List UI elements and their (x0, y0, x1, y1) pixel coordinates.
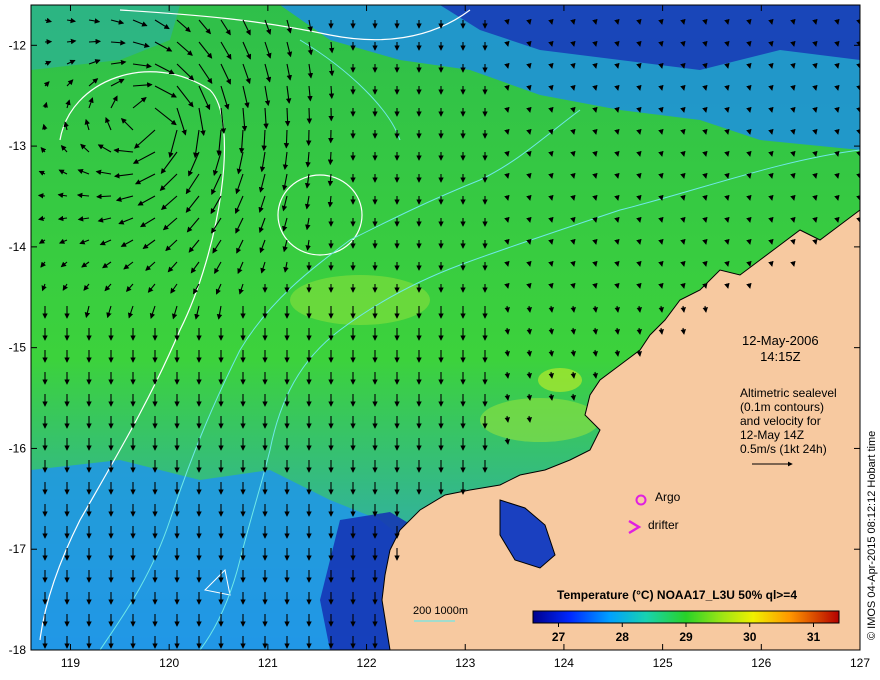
lon-tick-label: 124 (554, 656, 574, 670)
altimetry-line-2: (0.1m contours) (740, 400, 825, 414)
lon-tick-label: 127 (850, 656, 870, 670)
warm-patch (290, 275, 430, 325)
altimetry-info: Altimetric sealevel (0.1m contours) and … (740, 386, 837, 456)
time-line: 14:15Z (760, 349, 801, 364)
lon-tick-label: 121 (258, 656, 278, 670)
altimetry-line-4: 12-May 14Z (740, 428, 805, 442)
lat-tick-label: -16 (9, 441, 27, 455)
drifter-label: drifter (648, 518, 679, 532)
lat-tick-label: -15 (9, 341, 27, 355)
lat-tick-label: -17 (9, 542, 27, 556)
argo-label: Argo (655, 490, 681, 504)
colorbar-tick-label: 31 (807, 630, 821, 644)
credit-text: © IMOS 04-Apr-2015 08:12:12 Hobart time (866, 430, 878, 640)
warm-patch (480, 398, 600, 442)
lon-tick-label: 123 (455, 656, 475, 670)
lat-tick-label: -12 (9, 38, 27, 52)
date-line: 12-May-2006 (742, 333, 819, 348)
colorbar-tick-label: 28 (616, 630, 630, 644)
lon-tick-label: 120 (159, 656, 179, 670)
velocity-arrow (88, 38, 102, 45)
colorbar (532, 610, 840, 624)
lon-tick-label: 122 (357, 656, 377, 670)
altimetry-line-1: Altimetric sealevel (740, 386, 837, 400)
lat-tick-label: -13 (9, 139, 27, 153)
lon-tick-label: 126 (751, 656, 771, 670)
velocity-arrow (283, 129, 290, 149)
colorbar-tick-label: 30 (743, 630, 757, 644)
altimetry-line-5: 0.5m/s (1kt 24h) (740, 442, 827, 456)
velocity-arrow (327, 151, 334, 166)
velocity-arrow (306, 107, 313, 125)
lon-tick-label: 125 (653, 656, 673, 670)
lon-tick-label: 119 (61, 656, 80, 670)
colorbar-tick-label: 27 (552, 630, 566, 644)
altimetry-line-3: and velocity for (740, 414, 821, 428)
bathymetry-label: 200 1000m (413, 605, 469, 617)
lat-tick-label: -14 (9, 240, 27, 254)
warm-patch (538, 368, 582, 392)
colorbar-title: Temperature (°C) NOAA17_L3U 50% ql>=4 (557, 588, 797, 602)
lat-tick-label: -18 (9, 643, 27, 657)
colorbar-tick-label: 29 (679, 630, 693, 644)
date-label: 12-May-2006 14:15Z (742, 333, 819, 365)
velocity-arrow (37, 193, 46, 199)
